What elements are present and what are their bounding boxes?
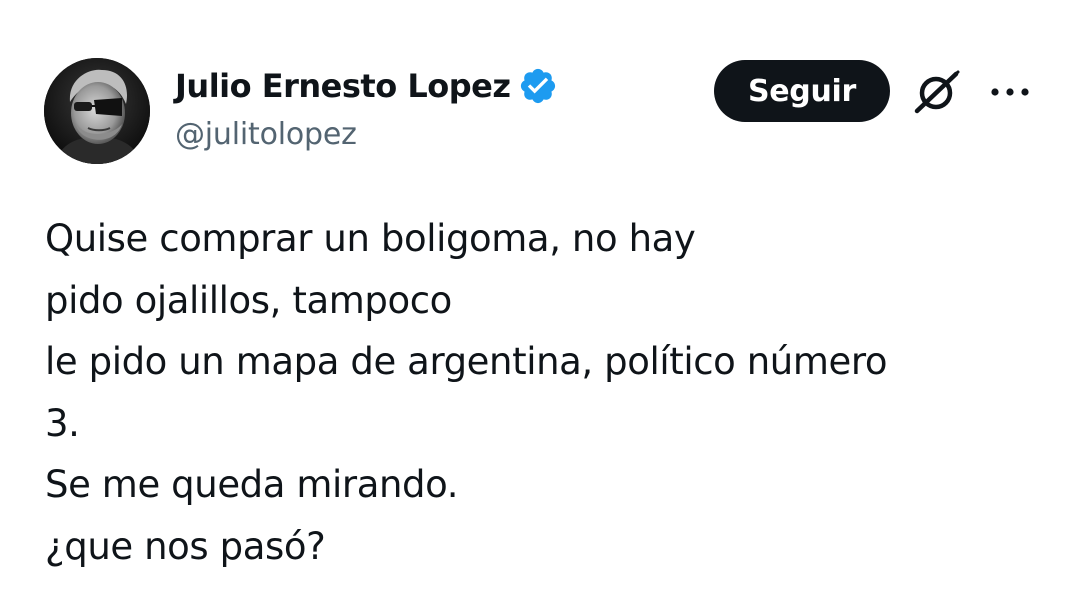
tweet-text-line: pido ojalillos, tampoco xyxy=(45,278,452,322)
profile-photo-icon xyxy=(44,58,150,164)
tweet-text-line: Quise comprar un boligoma, no hay xyxy=(45,217,696,260)
more-options-icon[interactable] xyxy=(986,78,1034,106)
tweet-text-line: Se me queda mirando. xyxy=(45,463,459,506)
grok-icon[interactable] xyxy=(912,70,962,116)
follow-button[interactable]: Seguir xyxy=(714,60,890,122)
verified-badge-icon[interactable] xyxy=(518,66,558,106)
tweet-text: Quise comprar un boligoma, no hay pido o… xyxy=(45,208,1045,577)
tweet-card: Julio Ernesto Lopez @julitolopez Seguir … xyxy=(0,0,1080,609)
author-name-row: Julio Ernesto Lopez xyxy=(175,64,558,108)
tweet-text-line: le pido un mapa de argentina, político n… xyxy=(45,340,888,383)
author-handle[interactable]: @julitolopez xyxy=(175,117,357,152)
author-display-name[interactable]: Julio Ernesto Lopez xyxy=(175,67,511,105)
tweet-text-line: 3. xyxy=(45,401,80,445)
tweet-text-line: ¿que nos pasó? xyxy=(45,524,326,568)
avatar[interactable] xyxy=(44,58,150,164)
